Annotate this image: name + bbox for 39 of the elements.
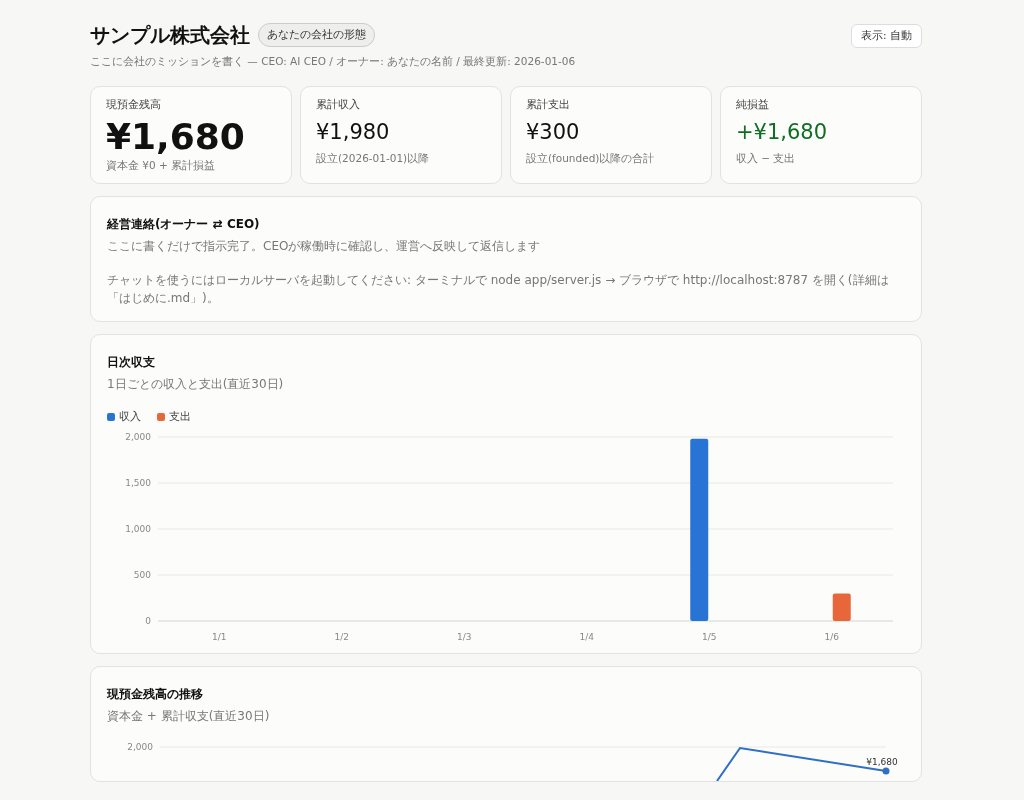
kpi-value: ¥1,980: [316, 120, 391, 146]
kpi-value: +¥1,680: [736, 120, 829, 146]
kpi-value: ¥1,680: [106, 115, 246, 159]
axis-tick-label: 2,000: [127, 742, 153, 753]
kpi-note: 設立(founded)以降の合計: [526, 151, 656, 167]
kpi-label: 現預金残高: [106, 96, 162, 113]
kpi-value: ¥300: [526, 120, 581, 146]
chart-title: 現預金残高の推移: [107, 686, 204, 704]
display-mode-button[interactable]: 表示: 自動: [851, 24, 922, 48]
company-type-tag: あなたの会社の形態: [258, 23, 375, 47]
chart-subtitle: 資本金 + 累計収支(直近30日): [107, 708, 271, 726]
chart-subtitle: 1日ごとの収入と支出(直近30日): [107, 375, 285, 393]
kpi-note: 資本金 ¥0 + 累計損益: [106, 158, 217, 174]
axis-tick-label: 2,000: [125, 432, 151, 443]
kpi-note: 収入 − 支出: [736, 151, 797, 167]
legend-label: 収入: [119, 408, 141, 425]
section-title: 経営連絡(オーナー ⇄ CEO): [107, 215, 261, 233]
company-title: サンプル株式会社: [90, 22, 250, 49]
axis-tick-label: 1,000: [125, 524, 151, 535]
section-description: ここに書くだけで指示完了。CEOが稼働時に確認し、運営へ反映して返信します: [107, 237, 542, 255]
axis-tick-label: 1/2: [334, 632, 349, 643]
chart-title: 日次収支: [107, 353, 156, 371]
server-instructions: チャットを使うにはローカルサーバを起動してください: ターミナルで node app/server.js → ブラウザで http://localhost:8787 を開く(詳細は「はじめに.md」)。: [107, 271, 890, 307]
legend-label: 支出: [169, 408, 191, 425]
axis-tick-label: 1/5: [702, 632, 717, 643]
axis-tick-label: 500: [133, 570, 151, 581]
axis-tick-label: 0: [145, 616, 151, 627]
axis-tick-label: 1/6: [824, 632, 839, 643]
kpi-label: 累計収入: [316, 96, 361, 113]
company-subtitle: ここに会社のミッションを書く — CEO: AI CEO / オーナー: あなたの名前 / 最終更新: 2026-01-06: [90, 54, 576, 69]
bar: [832, 593, 851, 622]
axis-tick-label: 1/4: [579, 632, 594, 643]
axis-tick-label: 1,500: [125, 478, 151, 489]
axis-tick-label: 1/1: [212, 632, 227, 643]
kpi-label: 純損益: [736, 96, 770, 113]
kpi-label: 累計支出: [526, 96, 571, 113]
kpi-note: 設立(2026-01-01)以降: [316, 151, 431, 167]
axis-tick-label: 1/3: [457, 632, 472, 643]
value-label: ¥1,680: [866, 757, 898, 768]
